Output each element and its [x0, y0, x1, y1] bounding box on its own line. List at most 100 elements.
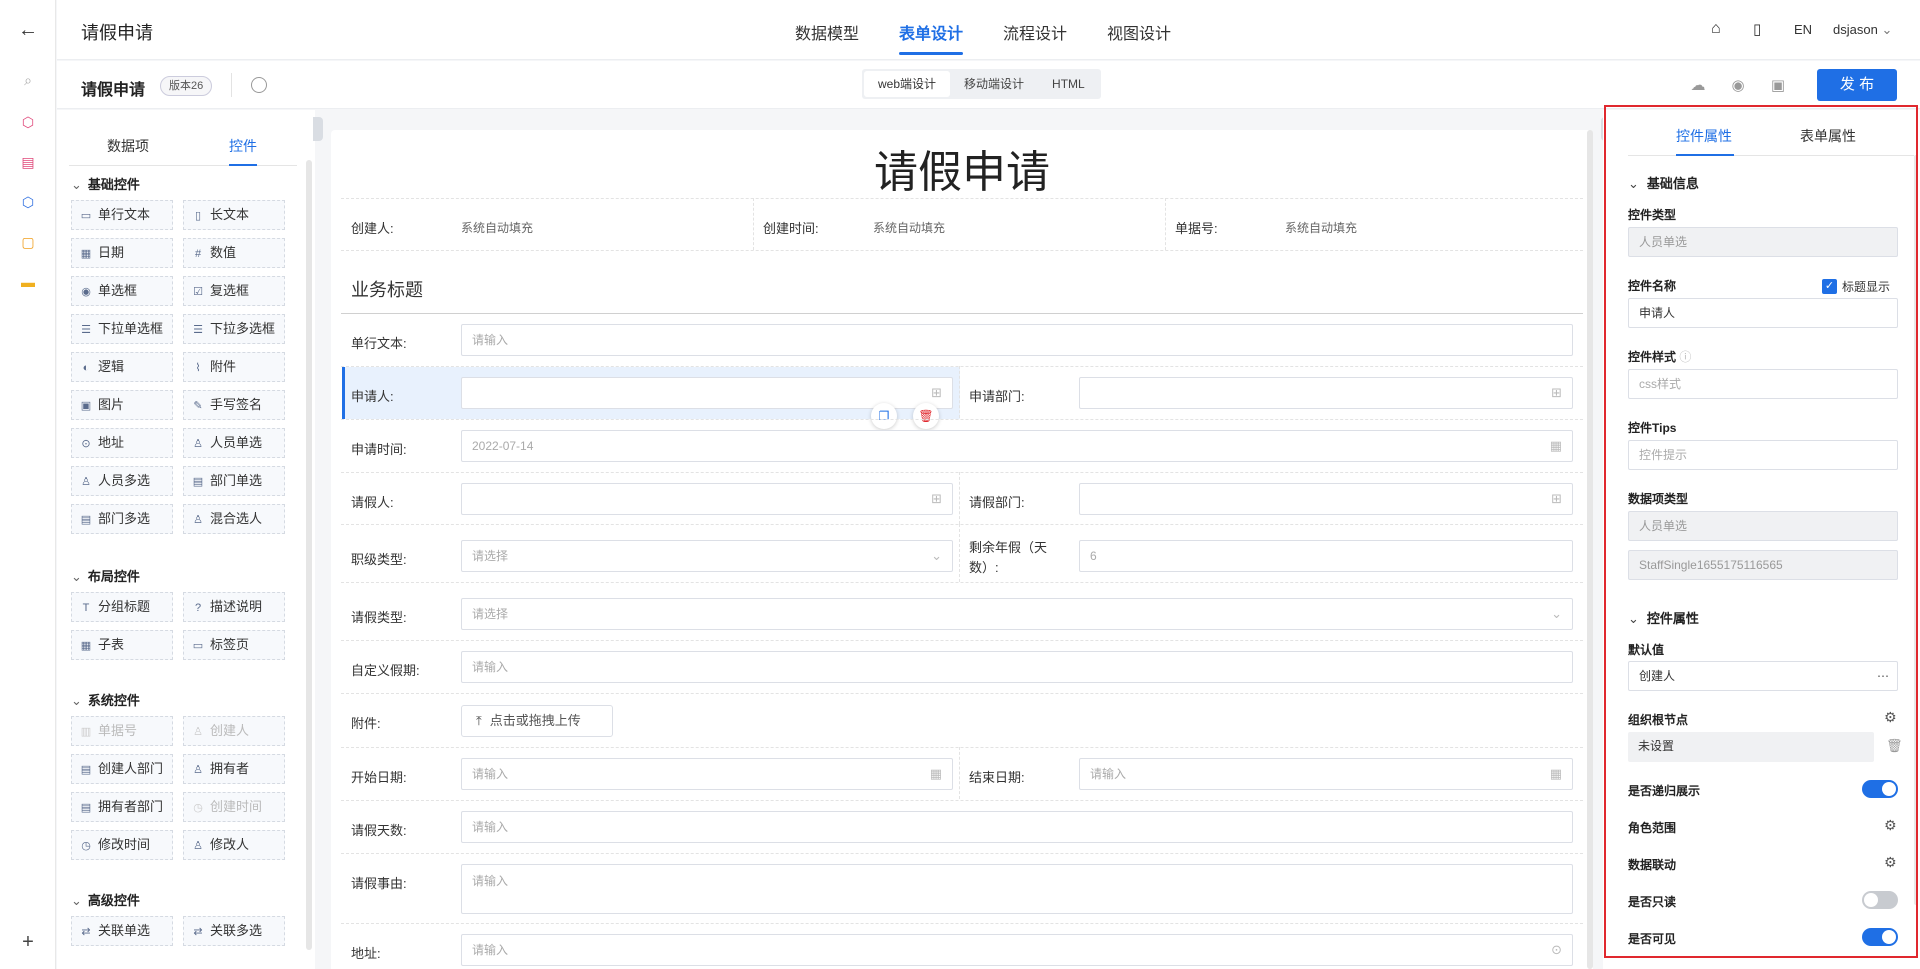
- scrollbar[interactable]: [306, 160, 312, 950]
- user-icon: ♙: [193, 764, 203, 776]
- mode-web[interactable]: web端设计: [864, 71, 951, 97]
- meta-label-created-time: 创建时间:: [763, 221, 819, 236]
- component-item[interactable]: ♙ 拥有者: [183, 754, 285, 784]
- user-menu[interactable]: dsjason ⌄: [1833, 22, 1892, 38]
- component-item[interactable]: ▤ 部门单选: [183, 466, 285, 496]
- divider: [341, 250, 1583, 251]
- component-item[interactable]: ⇄ 关联单选: [71, 916, 173, 946]
- component-item[interactable]: ⌇ 附件: [183, 352, 285, 382]
- component-item[interactable]: ▭ 标签页: [183, 630, 285, 660]
- component-group-header[interactable]: ⌄ 布局控件: [71, 566, 140, 585]
- component-item[interactable]: ▤ 拥有者部门: [71, 792, 173, 822]
- apply-time-input[interactable]: 2022-07-14 ▦: [461, 430, 1573, 462]
- upload-cloud-icon[interactable]: ☁: [1689, 77, 1707, 95]
- apply-dept-input[interactable]: ⊞: [1079, 377, 1573, 409]
- component-item[interactable]: ◷ 修改时间: [71, 830, 173, 860]
- component-item[interactable]: ▭ 单行文本: [71, 200, 173, 230]
- component-item[interactable]: ⇄ 关联多选: [183, 916, 285, 946]
- component-group-header[interactable]: ⌄ 高级控件: [71, 890, 140, 909]
- component-item[interactable]: ♙ 修改人: [183, 830, 285, 860]
- tab-view-design[interactable]: 视图设计: [1107, 20, 1171, 44]
- users-icon: ♙: [81, 476, 91, 488]
- history-icon[interactable]: [251, 77, 267, 93]
- book-icon[interactable]: ▯: [1753, 20, 1761, 38]
- leave-type-select[interactable]: 请选择 ⌄: [461, 598, 1573, 630]
- component-item[interactable]: ◉ 单选框: [71, 276, 173, 306]
- single-text-input[interactable]: 请输入: [461, 324, 1573, 356]
- collapse-left-handle[interactable]: [313, 117, 323, 141]
- address-input[interactable]: 请输入 ⊙: [461, 934, 1573, 966]
- group-title: 系统控件: [87, 693, 140, 708]
- scrollbar[interactable]: [1587, 130, 1593, 969]
- publish-button[interactable]: 发 布: [1817, 69, 1897, 101]
- component-item[interactable]: ⊙ 地址: [71, 428, 173, 458]
- home-icon[interactable]: ⌂: [1711, 20, 1721, 38]
- component-item[interactable]: # 数值: [183, 238, 285, 268]
- component-item[interactable]: ♙ 人员多选: [71, 466, 173, 496]
- component-label: 分组标题: [98, 599, 151, 614]
- tab-data-items[interactable]: 数据项: [107, 136, 149, 156]
- component-label: 拥有者: [210, 761, 250, 776]
- custom-leave-input[interactable]: 请输入: [461, 651, 1573, 683]
- component-item[interactable]: T 分组标题: [71, 592, 173, 622]
- component-item[interactable]: ▯ 长文本: [183, 200, 285, 230]
- upload-button[interactable]: ⤒ 点击或拖拽上传: [461, 705, 613, 737]
- reason-textarea[interactable]: 请输入: [461, 864, 1573, 914]
- box-icon[interactable]: ⬡: [18, 192, 38, 212]
- component-label: 日期: [98, 245, 125, 260]
- field-label-remaining: 剩余年假（天数）:: [969, 540, 1048, 575]
- component-group-header[interactable]: ⌄ 系统控件: [71, 690, 140, 709]
- component-label: 下拉多选框: [210, 321, 276, 336]
- mode-html[interactable]: HTML: [1038, 71, 1099, 97]
- divider: [959, 472, 960, 524]
- divider: [341, 640, 1583, 641]
- end-date-input[interactable]: 请输入 ▦: [1079, 758, 1573, 790]
- days-input[interactable]: 请输入: [461, 811, 1573, 843]
- delete-field-button[interactable]: 🗑: [913, 403, 939, 429]
- form-icon[interactable]: ▤: [18, 152, 38, 172]
- calendar-icon: ▦: [1549, 438, 1562, 453]
- component-item[interactable]: ▤ 创建人部门: [71, 754, 173, 784]
- component-label: 修改时间: [98, 837, 151, 852]
- component-item[interactable]: ☰ 下拉多选框: [183, 314, 285, 344]
- component-item[interactable]: ◐ 逻辑: [71, 352, 173, 382]
- component-label: 单选框: [98, 283, 138, 298]
- back-arrow-icon[interactable]: ←: [18, 19, 38, 41]
- field-label-start-date: 开始日期:: [351, 770, 407, 785]
- left-rail: ← ⌕ ⬡ ▤ ⬡ ▢ ▬ +: [0, 0, 56, 969]
- mode-mobile[interactable]: 移动端设计: [950, 71, 1038, 97]
- chevron-down-icon: ⌄: [1881, 22, 1893, 37]
- apply-time-value: 2022-07-14: [472, 439, 534, 453]
- tab-form-design[interactable]: 表单设计: [899, 20, 963, 44]
- start-date-input[interactable]: 请输入 ▦: [461, 758, 953, 790]
- chat-icon[interactable]: ▢: [18, 232, 38, 252]
- preview-eye-icon[interactable]: ◉: [1729, 77, 1747, 95]
- leave-dept-input[interactable]: ⊞: [1079, 483, 1573, 515]
- leave-person-input[interactable]: ⊞: [461, 483, 953, 515]
- component-item[interactable]: ▦ 日期: [71, 238, 173, 268]
- component-item[interactable]: ▦ 子表: [71, 630, 173, 660]
- component-item[interactable]: ▤ 部门多选: [71, 504, 173, 534]
- rank-type-select[interactable]: 请选择 ⌄: [461, 540, 953, 572]
- language-switch[interactable]: EN: [1794, 22, 1812, 37]
- component-group-header[interactable]: ⌄ 基础控件: [71, 174, 140, 193]
- add-icon[interactable]: +: [18, 931, 38, 953]
- cube-icon[interactable]: ⬡: [18, 112, 38, 132]
- remaining-days-input[interactable]: 6: [1079, 540, 1573, 572]
- save-icon[interactable]: ▣: [1769, 77, 1787, 95]
- component-panel-tabs: 数据项 控件: [69, 124, 297, 166]
- component-item[interactable]: ♙ 人员单选: [183, 428, 285, 458]
- component-item[interactable]: ♙ 混合选人: [183, 504, 285, 534]
- copy-field-button[interactable]: ❐: [871, 403, 897, 429]
- section-divider: [341, 313, 1583, 314]
- component-item[interactable]: ▣ 图片: [71, 390, 173, 420]
- tab-data-model[interactable]: 数据模型: [795, 20, 859, 44]
- folder-icon[interactable]: ▬: [18, 272, 38, 292]
- search-icon[interactable]: ⌕: [18, 70, 38, 90]
- tab-controls[interactable]: 控件: [229, 136, 257, 156]
- component-item[interactable]: ☰ 下拉单选框: [71, 314, 173, 344]
- component-item[interactable]: ? 描述说明: [183, 592, 285, 622]
- component-item[interactable]: ✎ 手写签名: [183, 390, 285, 420]
- tab-flow-design[interactable]: 流程设计: [1003, 20, 1067, 44]
- component-item[interactable]: ☑ 复选框: [183, 276, 285, 306]
